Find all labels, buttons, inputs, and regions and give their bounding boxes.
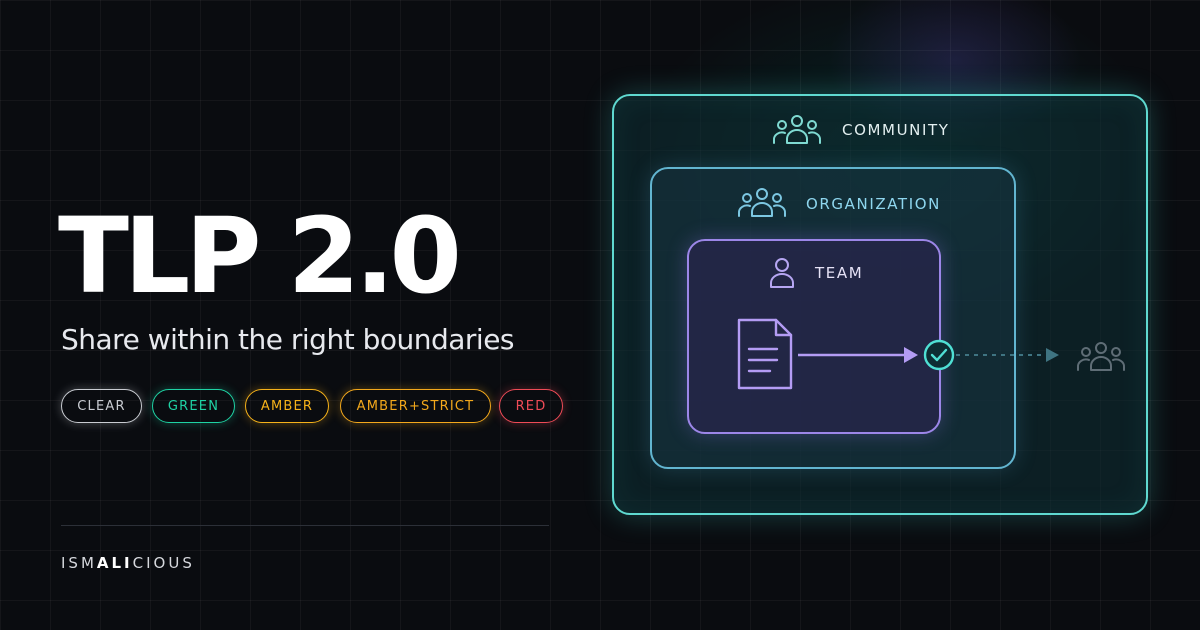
tlp-banner: TLP 2.0 Share within the right boundarie… xyxy=(0,0,1200,630)
share-arrow xyxy=(798,347,918,363)
check-circle-icon xyxy=(923,339,955,371)
outside-group-icon xyxy=(1077,342,1125,371)
blocked-share-arrow xyxy=(956,348,1059,362)
sharing-flow xyxy=(798,339,1125,371)
